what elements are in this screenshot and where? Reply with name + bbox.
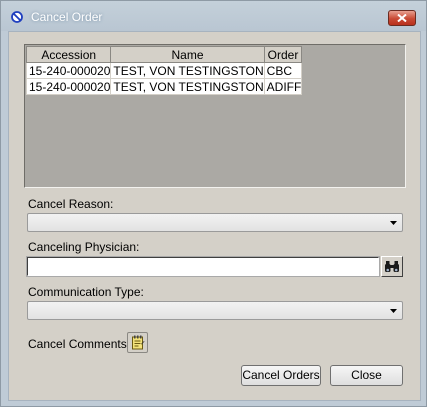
cell-order[interactable]: CBC xyxy=(263,62,303,79)
column-header-order[interactable]: Order xyxy=(263,46,303,63)
cell-name[interactable]: TEST, VON TESTINGSTON xyxy=(110,78,265,95)
grid-header-row: Accession Name Order xyxy=(25,46,303,63)
canceling-physician-label: Canceling Physician: xyxy=(28,240,140,254)
cell-accession[interactable]: 15-240-000020 xyxy=(25,78,112,95)
cancel-reason-label: Cancel Reason: xyxy=(28,197,114,211)
cancel-order-window: Cancel Order Accession Name Order 15-240… xyxy=(0,0,427,407)
communication-type-dropdown[interactable] xyxy=(27,301,403,320)
cell-order[interactable]: ADIFF xyxy=(263,78,303,95)
column-header-accession[interactable]: Accession xyxy=(25,46,112,63)
binoculars-icon xyxy=(385,261,399,272)
close-icon xyxy=(397,14,407,22)
window-close-button[interactable] xyxy=(388,10,416,26)
cancel-comments-label: Cancel Comments: xyxy=(28,337,131,351)
window-title: Cancel Order xyxy=(31,10,103,24)
canceling-physician-input[interactable] xyxy=(26,256,380,277)
cell-accession[interactable]: 15-240-000020 xyxy=(25,62,112,79)
no-entry-icon xyxy=(11,11,23,23)
title-bar[interactable]: Cancel Order xyxy=(1,1,426,31)
close-button[interactable]: Close xyxy=(330,365,403,386)
cancel-comments-button[interactable] xyxy=(127,332,148,353)
chevron-down-icon xyxy=(390,221,397,225)
column-header-name[interactable]: Name xyxy=(110,46,265,63)
cancel-reason-dropdown[interactable] xyxy=(27,213,403,232)
orders-table: Accession Name Order 15-240-000020 TEST,… xyxy=(25,46,303,95)
cell-name[interactable]: TEST, VON TESTINGSTON xyxy=(110,62,265,79)
table-row[interactable]: 15-240-000020 TEST, VON TESTINGSTON ADIF… xyxy=(25,78,303,95)
chevron-down-icon xyxy=(390,309,397,313)
physician-search-button[interactable] xyxy=(381,256,403,277)
table-row[interactable]: 15-240-000020 TEST, VON TESTINGSTON CBC xyxy=(25,62,303,79)
communication-type-label: Communication Type: xyxy=(28,285,144,299)
dialog-body: Accession Name Order 15-240-000020 TEST,… xyxy=(8,31,421,401)
notepad-icon xyxy=(132,335,145,350)
cancel-orders-button[interactable]: Cancel Orders xyxy=(241,365,321,386)
orders-grid[interactable]: Accession Name Order 15-240-000020 TEST,… xyxy=(24,44,406,188)
